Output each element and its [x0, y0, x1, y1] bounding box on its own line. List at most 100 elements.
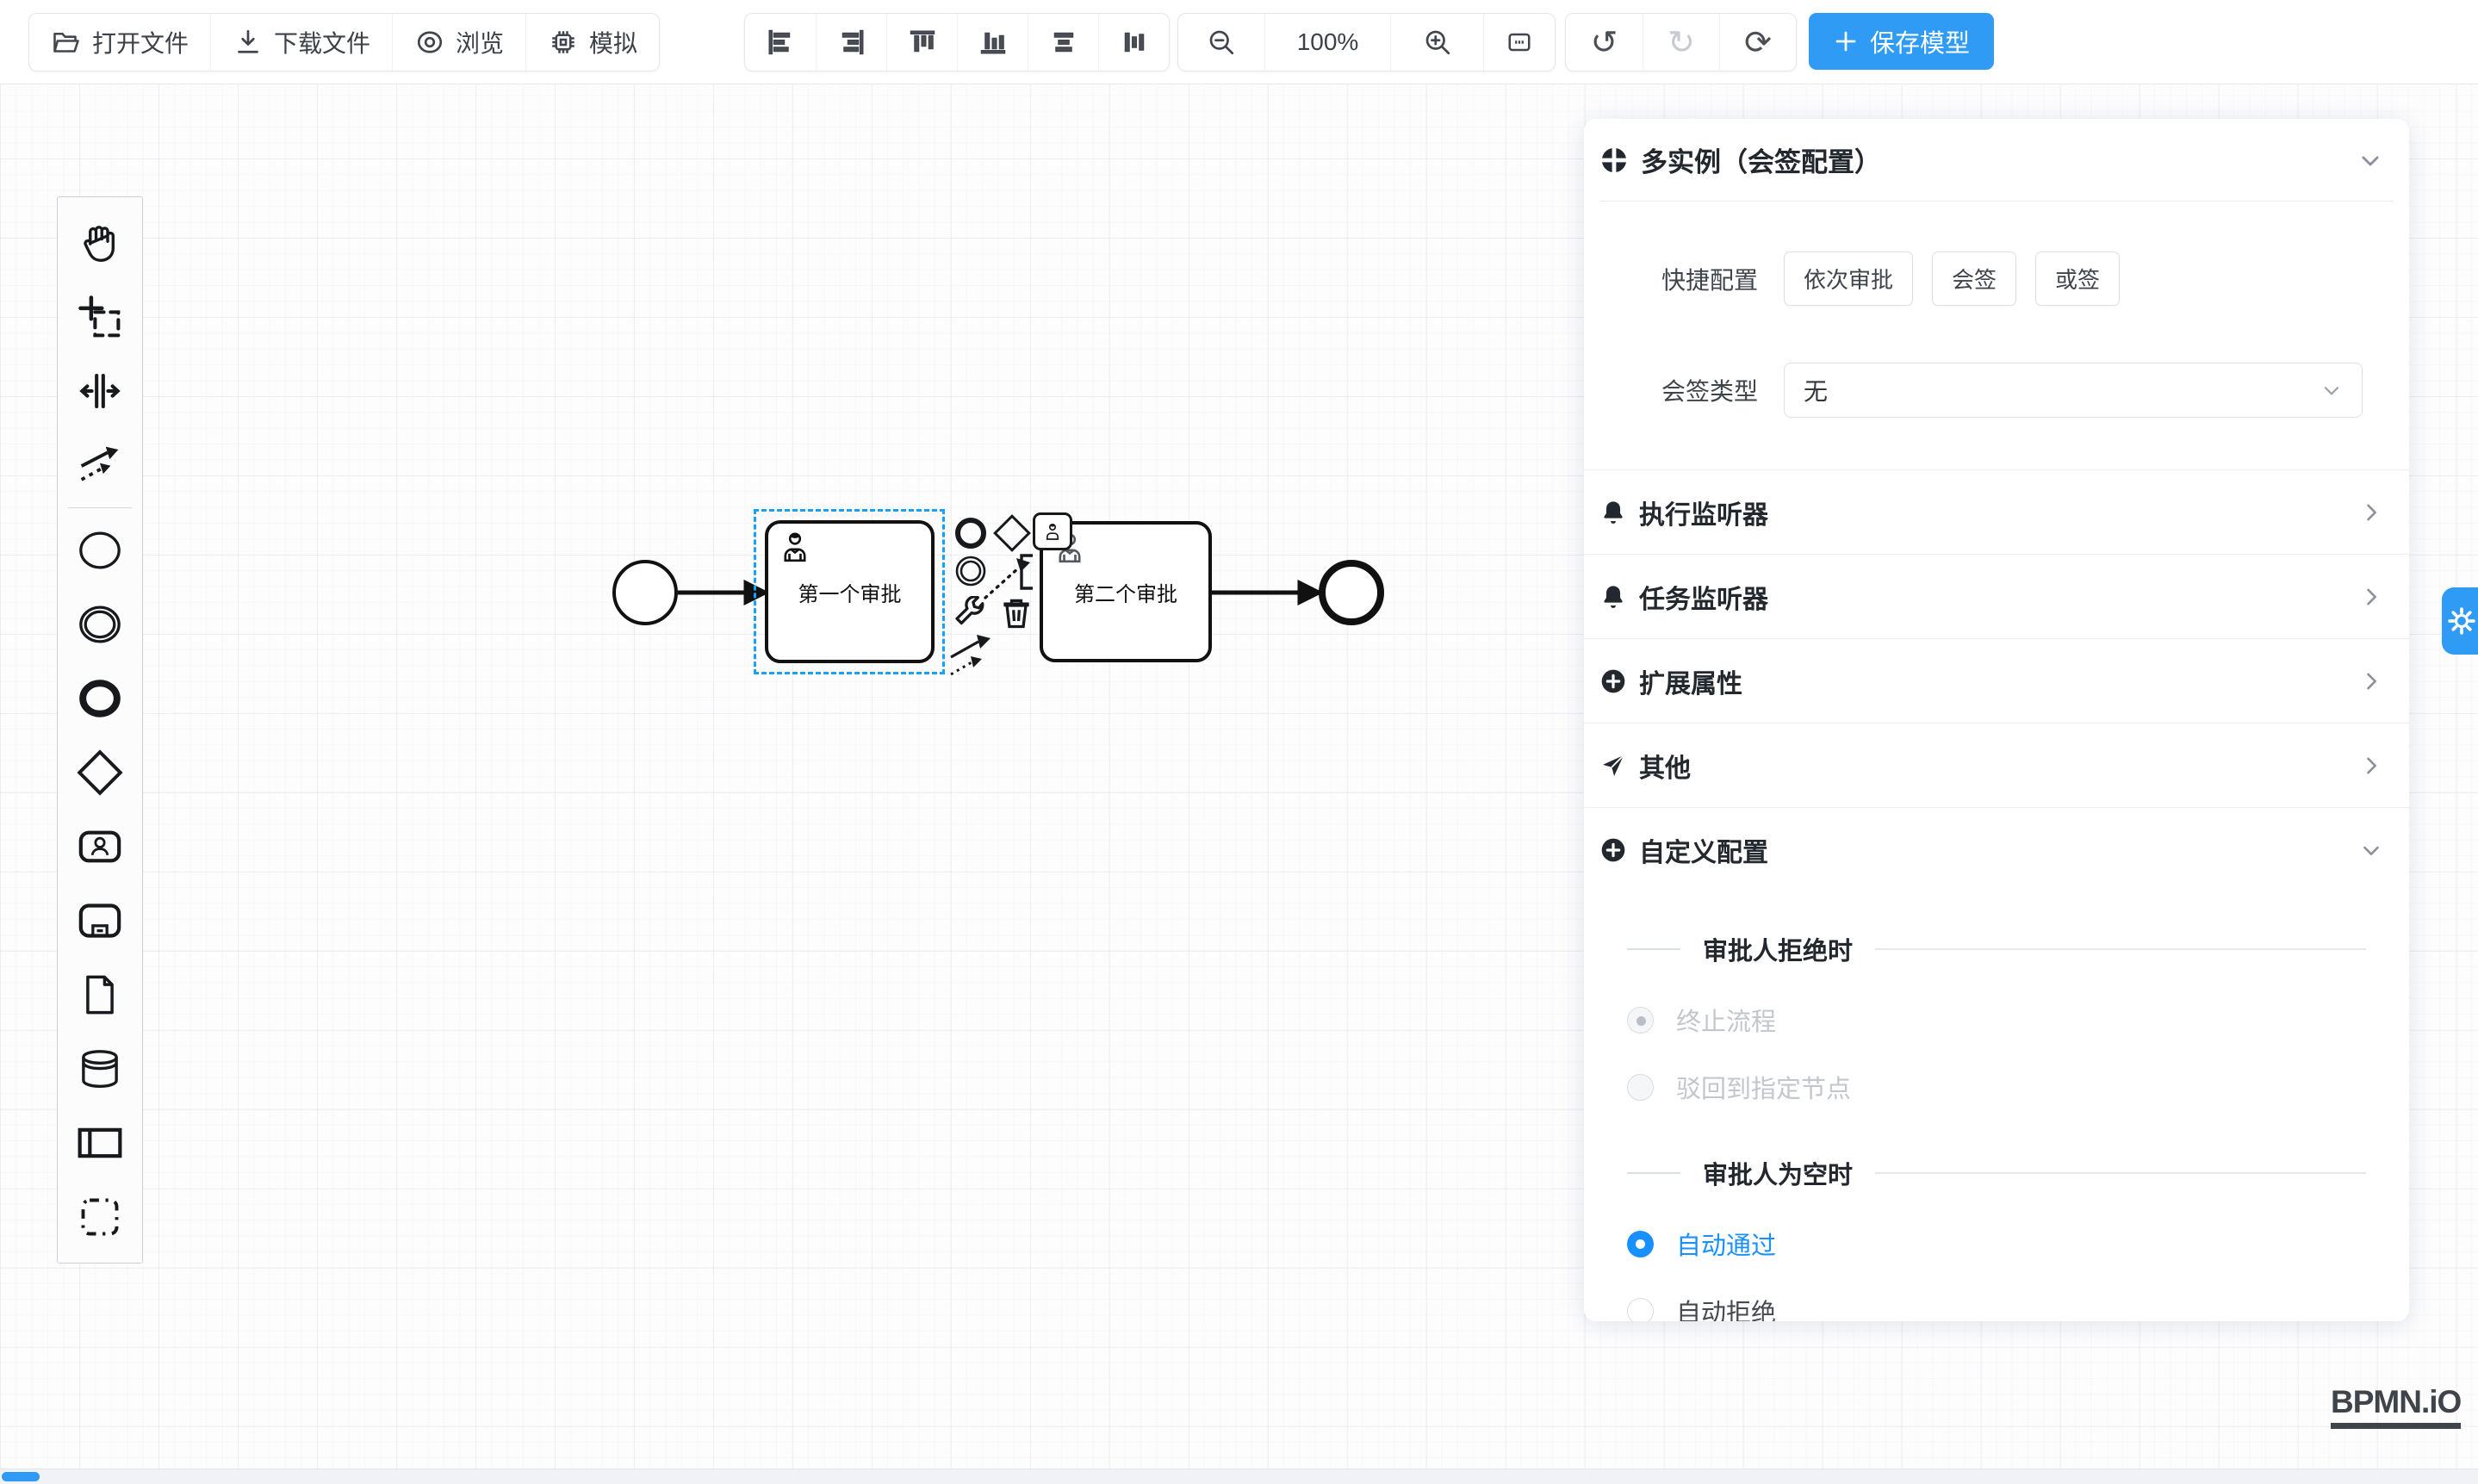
- create-start-event[interactable]: [58, 513, 142, 587]
- radio-label: 自动拒绝: [1676, 1293, 1776, 1321]
- subprocess-icon: [76, 897, 124, 945]
- align-button-group: [744, 13, 1170, 71]
- palette-separator: [68, 507, 132, 508]
- section-task-listener[interactable]: 任务监听器: [1584, 555, 2409, 639]
- bell-icon: [1599, 583, 1627, 611]
- append-user-task-icon[interactable]: [1033, 512, 1072, 550]
- undo-button[interactable]: ↺: [1566, 14, 1643, 71]
- zoom-out-button[interactable]: [1178, 14, 1264, 71]
- zoom-in-button[interactable]: [1390, 14, 1483, 71]
- fit-viewport-button[interactable]: [1483, 14, 1555, 71]
- space-tool-icon: [77, 368, 123, 414]
- preview-button[interactable]: 浏览: [392, 14, 525, 71]
- sign-type-row: 会签类型 无: [1584, 363, 2409, 418]
- section-execution-listener[interactable]: 执行监听器: [1584, 470, 2409, 555]
- group-title: 审批人为空时: [1703, 1155, 1853, 1191]
- section-extension-properties[interactable]: 扩展属性: [1584, 639, 2409, 723]
- redo-button[interactable]: ↻: [1643, 14, 1719, 71]
- settings-tab[interactable]: [2442, 587, 2478, 655]
- bpmn-io-logo[interactable]: BPMN.iO: [2331, 1385, 2461, 1429]
- data-object-icon: [78, 972, 122, 1017]
- align-center-vertical-button[interactable]: [1098, 14, 1169, 71]
- user-person-icon: [777, 529, 813, 565]
- chevron-right-icon: [2359, 500, 2383, 525]
- gear-icon: [2447, 606, 2476, 636]
- radio-auto-reject[interactable]: 自动拒绝: [1584, 1277, 2409, 1321]
- create-gateway[interactable]: [58, 736, 142, 810]
- section-label: 自定义配置: [1639, 831, 2347, 869]
- task-label: 第一个审批: [798, 577, 902, 607]
- end-event-shape[interactable]: [1319, 560, 1384, 625]
- user-task-first[interactable]: 第一个审批: [765, 520, 935, 663]
- eye-target-icon: [414, 27, 445, 58]
- change-type-wrench-icon[interactable]: [951, 596, 987, 636]
- create-subprocess[interactable]: [58, 884, 142, 958]
- quick-option-sequential[interactable]: 依次审批: [1784, 251, 1913, 306]
- align-bottom-button[interactable]: [957, 14, 1028, 71]
- align-bottom-icon: [978, 27, 1009, 58]
- radio-label: 驳回到指定节点: [1676, 1069, 1851, 1105]
- download-icon: [233, 27, 264, 58]
- append-end-event-icon[interactable]: [953, 515, 989, 556]
- create-user-task[interactable]: [58, 810, 142, 884]
- bell-icon: [1599, 499, 1627, 526]
- create-group[interactable]: [58, 1180, 142, 1254]
- align-top-icon: [907, 27, 938, 58]
- space-tool[interactable]: [58, 354, 142, 428]
- sign-type-select[interactable]: 无: [1784, 363, 2363, 418]
- section-custom-config[interactable]: 自定义配置: [1584, 808, 2409, 891]
- plus-circle-icon: [1599, 667, 1627, 695]
- radio-auto-pass[interactable]: 自动通过: [1584, 1210, 2409, 1277]
- divider: [1875, 948, 2366, 950]
- delete-trash-icon[interactable]: [997, 593, 1035, 636]
- zoom-button-group: 100%: [1177, 13, 1556, 71]
- panel-title: 多实例（会签配置）: [1641, 140, 2345, 179]
- create-intermediate-event[interactable]: [58, 587, 142, 661]
- section-other[interactable]: 其他: [1584, 723, 2409, 808]
- scrollbar-thumb[interactable]: [2, 1472, 40, 1481]
- save-model-button[interactable]: 保存模型: [1809, 13, 1994, 70]
- horizontal-scrollbar[interactable]: [0, 1468, 2478, 1484]
- zoom-level[interactable]: 100%: [1264, 14, 1390, 71]
- radio-terminate-process[interactable]: 终止流程: [1584, 986, 2409, 1053]
- lasso-tool[interactable]: [58, 280, 142, 354]
- panel-header[interactable]: 多实例（会签配置）: [1584, 119, 2409, 201]
- create-data-object[interactable]: [58, 958, 142, 1032]
- simulate-button[interactable]: 模拟: [525, 14, 659, 71]
- reset-button[interactable]: ⟳: [1719, 14, 1796, 71]
- group-header-empty: 审批人为空时: [1584, 1155, 2409, 1191]
- start-event-shape[interactable]: [612, 560, 678, 625]
- quick-option-countersign[interactable]: 会签: [1932, 251, 2016, 306]
- radio-icon: [1627, 1231, 1654, 1257]
- create-end-event[interactable]: [58, 661, 142, 736]
- user-task-icon: [76, 823, 124, 871]
- create-data-store[interactable]: [58, 1032, 142, 1106]
- button-label: 模拟: [589, 25, 637, 59]
- hand-tool[interactable]: [58, 206, 142, 280]
- align-left-icon: [765, 27, 796, 58]
- start-event-icon: [76, 526, 124, 574]
- button-label: 下载文件: [274, 25, 370, 59]
- section-label: 任务监听器: [1639, 578, 2347, 616]
- global-connect-icon[interactable]: [946, 633, 996, 686]
- cpu-chip-icon: [548, 27, 579, 58]
- chevron-down-icon[interactable]: [2357, 147, 2383, 173]
- divider: [1627, 1172, 1680, 1174]
- quick-option-orsign[interactable]: 或签: [2035, 251, 2120, 306]
- zoom-in-icon: [1422, 27, 1453, 58]
- panel-sections: 执行监听器 任务监听器 扩展: [1584, 469, 2409, 891]
- align-right-button[interactable]: [816, 14, 886, 71]
- create-participant[interactable]: [58, 1106, 142, 1180]
- radio-return-to-node[interactable]: 驳回到指定节点: [1584, 1053, 2409, 1121]
- chevron-right-icon: [2359, 585, 2383, 609]
- chevron-right-icon: [2359, 669, 2383, 693]
- divider: [1627, 948, 1680, 950]
- global-connect-tool[interactable]: [58, 428, 142, 502]
- open-file-button[interactable]: 打开文件: [29, 14, 210, 71]
- align-center-horizontal-button[interactable]: [1028, 14, 1098, 71]
- align-left-button[interactable]: [745, 14, 816, 71]
- history-button-group: ↺ ↻ ⟳: [1565, 13, 1797, 71]
- download-file-button[interactable]: 下载文件: [210, 14, 392, 71]
- align-top-button[interactable]: [886, 14, 957, 71]
- task-label: 第二个审批: [1074, 577, 1177, 607]
